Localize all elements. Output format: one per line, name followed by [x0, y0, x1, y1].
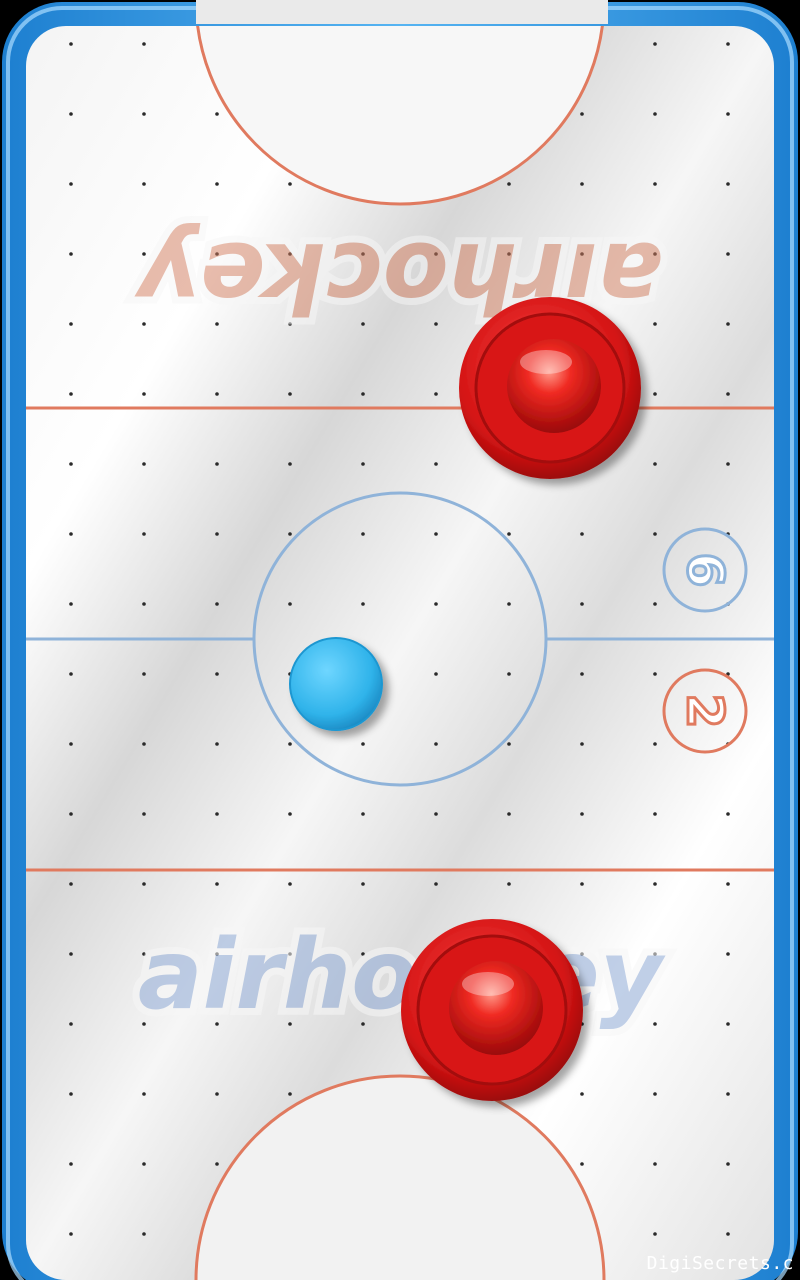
watermark-text: DigiSecrets.c — [646, 1253, 794, 1274]
air-hockey-table[interactable]: airhockey airhockey airhockey airhockey … — [0, 0, 800, 1280]
player-mallet[interactable] — [401, 919, 583, 1101]
score-opponent-value: 6 — [676, 553, 734, 588]
opponent-mallet[interactable] — [459, 297, 641, 479]
goal-top — [196, 0, 608, 24]
puck[interactable] — [289, 637, 383, 731]
score-player-value: 2 — [676, 694, 734, 729]
playing-surface: airhockey airhockey airhockey airhockey … — [26, 26, 774, 1280]
